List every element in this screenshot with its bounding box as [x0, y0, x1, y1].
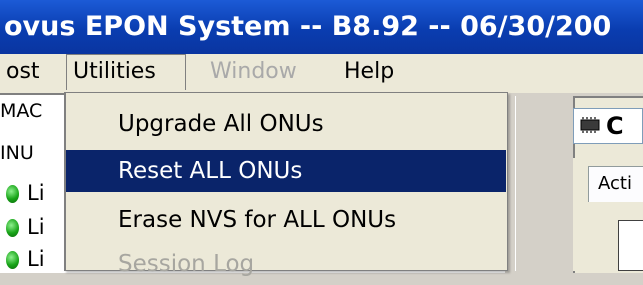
list-item-label: Li [27, 247, 45, 271]
window-title: ovus EPON System -- B8.92 -- 06/30/200 [4, 11, 612, 42]
detail-content-box [618, 220, 643, 271]
list-item-label: Li [27, 215, 45, 239]
menu-item-reset-all-onus[interactable]: Reset ALL ONUs [66, 150, 506, 192]
column-header-mac[interactable]: MAC [0, 99, 42, 123]
list-item[interactable]: Li [6, 179, 45, 207]
status-led-icon [6, 185, 19, 203]
list-item[interactable]: Li [6, 213, 45, 241]
menu-item-erase-nvs-all-onus[interactable]: Erase NVS for ALL ONUs [66, 199, 506, 241]
menu-item-upgrade-all-onus[interactable]: Upgrade All ONUs [66, 103, 506, 145]
onu-detail-title: C [606, 112, 624, 140]
menu-utilities[interactable]: Utilities [66, 54, 186, 90]
status-led-icon [6, 219, 19, 237]
menu-item-session-log[interactable]: Session Log [66, 243, 506, 285]
menu-help[interactable]: Help [338, 54, 400, 90]
chip-icon [580, 117, 600, 133]
list-item-label: Li [27, 181, 45, 205]
menu-host[interactable]: ost [0, 54, 46, 90]
status-led-icon [6, 251, 19, 269]
list-item[interactable]: Li [6, 245, 45, 273]
tab-active-label: Acti [598, 173, 632, 194]
menubar: ost Utilities Window Help [0, 54, 643, 90]
column-header-onu[interactable]: INU [0, 141, 34, 165]
menu-window[interactable]: Window [204, 54, 303, 90]
window-titlebar[interactable]: ovus EPON System -- B8.92 -- 06/30/200 [0, 0, 643, 54]
utilities-dropdown-menu: Upgrade All ONUs Reset ALL ONUs Erase NV… [64, 92, 508, 277]
